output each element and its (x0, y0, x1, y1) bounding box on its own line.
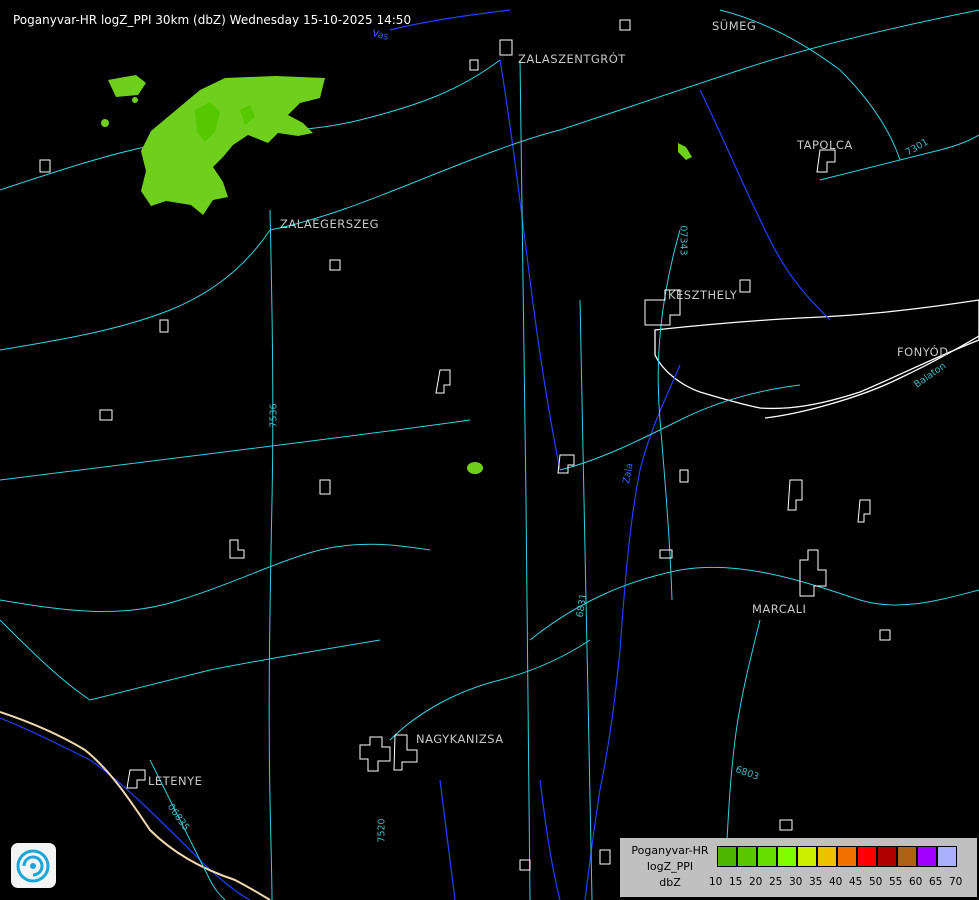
legend-swatch (917, 846, 937, 867)
city-zalaszentgrot: ZALASZENTGRÓT (518, 52, 626, 66)
legend-tick-label: 10 (709, 876, 723, 888)
city-nagykanizsa: NAGYKANIZSA (416, 732, 504, 746)
legend-swatch (797, 846, 817, 867)
legend-source: Poganyvar-HR (631, 844, 709, 857)
city-tapolca: TAPOLCA (797, 138, 853, 152)
city-sumeg: SÜMEG (712, 19, 757, 33)
road-label-7520: 7520 (376, 818, 388, 843)
legend-ticks: 10 15 20 25 30 35 40 45 50 55 60 65 70 (709, 876, 973, 892)
legend-swatch (717, 846, 737, 867)
legend-text: Poganyvar-HR logZ_PPI dbZ (623, 843, 717, 891)
rivers (0, 9, 831, 900)
legend-tick-label: 55 (889, 876, 903, 888)
city-zalaegerszeg: ZALAEGERSZEG (280, 217, 380, 231)
radar-map (0, 9, 979, 900)
legend-tick-label: 50 (869, 876, 883, 888)
legend-tick-label: 25 (769, 876, 783, 888)
city-keszthely: KESZTHELY (668, 288, 738, 302)
legend-swatch (877, 846, 897, 867)
legend-swatch (817, 846, 837, 867)
legend-tick-label: 30 (789, 876, 803, 888)
radar-title: Poganyvar-HR logZ_PPI 30km (dbZ) Wednesd… (13, 13, 412, 27)
lake-balaton (654, 299, 979, 419)
road-label-07343: 07343 (677, 225, 689, 256)
legend-swatch (837, 846, 857, 867)
precipitation-echoes (101, 75, 692, 474)
legend-product: logZ_PPI (646, 860, 694, 873)
legend-tick-label: 60 (909, 876, 923, 888)
legend-tick-label: 20 (749, 876, 763, 888)
legend-tick-label: 65 (929, 876, 943, 888)
legend-swatch (897, 846, 917, 867)
legend-tick-label: 15 (729, 876, 743, 888)
legend-swatch (737, 846, 757, 867)
legend-swatch (777, 846, 797, 867)
legend-swatch (757, 846, 777, 867)
legend-unit: dbZ (659, 876, 681, 889)
legend-tick-label: 70 (949, 876, 963, 888)
city-marcali: MARCALI (752, 602, 807, 616)
legend-tick-label: 40 (829, 876, 843, 888)
city-letenye: LETENYE (148, 774, 203, 788)
city-fonyod: FONYÓD (897, 345, 949, 359)
legend-swatch (937, 846, 957, 867)
legend-tick-label: 45 (849, 876, 863, 888)
radar-logo-icon (11, 843, 56, 888)
legend-tick-label: 35 (809, 876, 823, 888)
legend-swatch (857, 846, 877, 867)
color-legend: Poganyvar-HR logZ_PPI dbZ 10 15 20 25 30 35 40… (620, 838, 977, 897)
legend-swatches (717, 846, 957, 867)
road-label-7536: 7536 (268, 403, 280, 428)
